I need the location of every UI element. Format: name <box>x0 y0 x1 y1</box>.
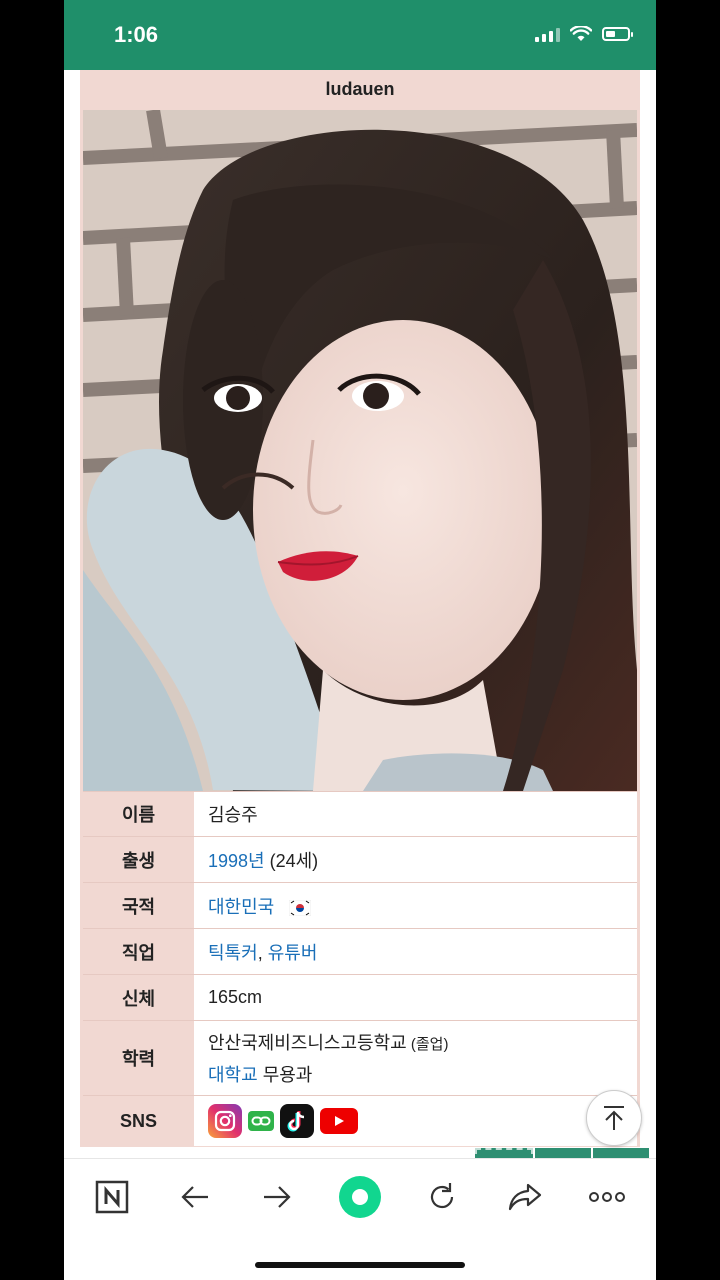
green-dot-button[interactable] <box>338 1175 382 1219</box>
job-label: 직업 <box>83 929 194 974</box>
sns-label: SNS <box>83 1096 194 1146</box>
battery-icon <box>602 27 633 41</box>
education-label: 학력 <box>83 1021 194 1095</box>
education-status: (졸업) <box>406 1036 449 1053</box>
share-icon <box>508 1183 542 1211</box>
info-row-nationality: 국적 대한민국 <box>83 882 637 928</box>
info-row-education: 학력 안산국제비즈니스고등학교 (졸업) 대학교 무용과 <box>83 1020 637 1095</box>
forward-button[interactable] <box>255 1175 299 1219</box>
back-arrow-icon <box>181 1186 208 1208</box>
wifi-icon <box>570 26 592 41</box>
profile-photo[interactable] <box>83 110 637 791</box>
phone-screen: 1:06 ludauen 이름 김승주 출생 1998년 (24세) 국적 대한… <box>64 0 656 1280</box>
refresh-button[interactable] <box>420 1175 464 1219</box>
birth-label: 출생 <box>83 837 194 882</box>
job-separator: , <box>257 942 268 963</box>
instagram-icon[interactable] <box>208 1104 242 1138</box>
tiktok-icon[interactable] <box>280 1104 314 1138</box>
sns-icons <box>208 1104 623 1138</box>
body-label: 신체 <box>83 975 194 1020</box>
profile-card: ludauen 이름 김승주 출생 1998년 (24세) 국적 대한민국 직업… <box>80 70 640 1147</box>
youtube-icon[interactable] <box>320 1108 358 1134</box>
status-time: 1:06 <box>114 22 159 47</box>
browser-toolbar <box>64 1158 656 1239</box>
education-school: 안산국제비즈니스고등학교 <box>208 1033 407 1053</box>
name-label: 이름 <box>83 792 194 836</box>
back-button[interactable] <box>173 1175 217 1219</box>
nationality-label: 국적 <box>83 883 194 928</box>
refresh-icon <box>430 1183 454 1209</box>
education-major: 무용과 <box>257 1065 313 1085</box>
info-row-job: 직업 틱톡커, 유튜버 <box>83 928 637 974</box>
info-row-name: 이름 김승주 <box>83 791 637 836</box>
status-icons <box>535 26 633 42</box>
name-value: 김승주 <box>208 805 258 825</box>
info-row-body: 신체 165cm <box>83 974 637 1020</box>
birth-age: (24세) <box>264 850 319 871</box>
page-content: ludauen 이름 김승주 출생 1998년 (24세) 국적 대한민국 직업… <box>80 70 649 1206</box>
naver-n-icon <box>95 1180 129 1214</box>
info-row-sns: SNS <box>83 1095 637 1146</box>
arrow-to-top-icon <box>604 1106 624 1130</box>
green-dot-icon <box>339 1176 381 1218</box>
status-bar: 1:06 <box>64 0 656 70</box>
korea-flag-icon <box>289 899 312 916</box>
home-indicator <box>255 1262 465 1268</box>
job-youtuber-link[interactable]: 유튜버 <box>268 943 318 963</box>
share-button[interactable] <box>503 1175 547 1219</box>
link-icon[interactable] <box>248 1111 274 1131</box>
education-university-link[interactable]: 대학교 <box>208 1065 258 1085</box>
job-tiktoker-link[interactable]: 틱톡커 <box>208 943 258 963</box>
info-table: 이름 김승주 출생 1998년 (24세) 국적 대한민국 직업 틱톡커, 유튜… <box>83 791 637 1146</box>
back-to-top-button[interactable] <box>586 1090 642 1146</box>
birth-year-link[interactable]: 1998년 <box>208 851 265 871</box>
info-row-birth: 출생 1998년 (24세) <box>83 836 637 882</box>
signal-icon <box>535 26 560 42</box>
more-button[interactable] <box>585 1175 629 1219</box>
nationality-link[interactable]: 대한민국 <box>208 897 274 917</box>
body-value: 165cm <box>208 987 263 1007</box>
portrait-image <box>83 110 637 791</box>
more-icon <box>589 1192 625 1202</box>
naver-home-button[interactable] <box>90 1175 134 1219</box>
profile-title: ludauen <box>325 78 395 99</box>
forward-arrow-icon <box>264 1186 291 1208</box>
